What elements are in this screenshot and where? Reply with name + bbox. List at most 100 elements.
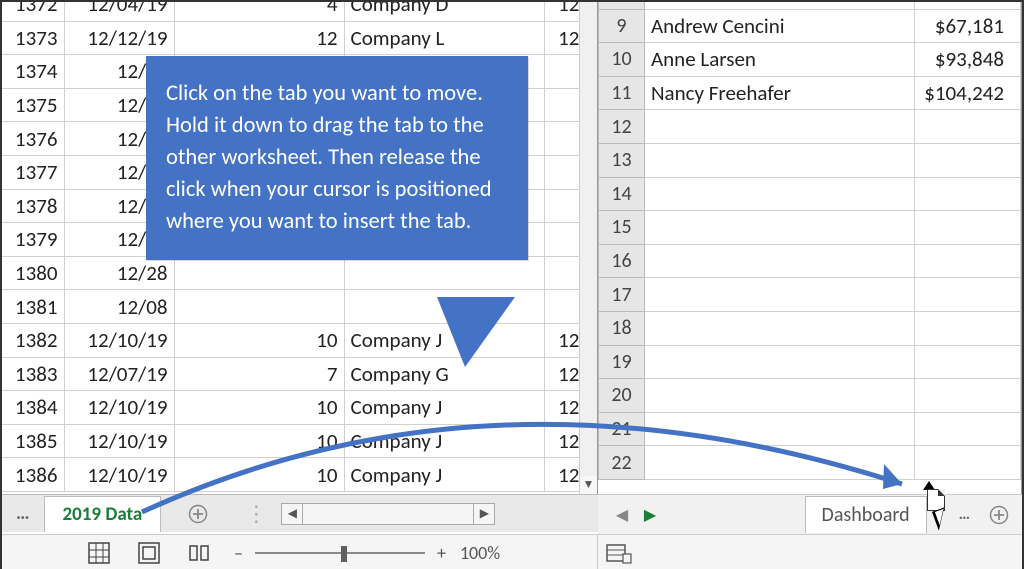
cell-name[interactable] [645, 379, 915, 413]
cell-amount[interactable] [915, 2, 1021, 9]
cell-company[interactable]: Company J [344, 391, 545, 425]
cell-company[interactable]: Company J [344, 424, 545, 458]
cell-name[interactable]: Andrew Cencini [645, 9, 915, 43]
cell-company[interactable]: Company D [344, 2, 545, 21]
cell-date[interactable]: 12/10/19 [64, 323, 174, 357]
cell-name[interactable] [645, 244, 915, 278]
table-row[interactable]: 16 [599, 244, 1021, 278]
cell-company[interactable]: Company L [344, 21, 545, 55]
cell-date[interactable]: 12/28 [64, 256, 174, 290]
row-header[interactable]: 13 [599, 143, 645, 177]
sheet-tab-active[interactable]: 2019 Data [44, 496, 162, 532]
cell-name[interactable]: Nancy Freehafer [645, 76, 915, 110]
table-row[interactable]: 20 [599, 379, 1021, 413]
sheet-tab-dashboard[interactable]: Dashboard [805, 496, 927, 533]
cell-amount[interactable] [915, 110, 1021, 144]
cell-date[interactable]: 12/10/19 [64, 424, 174, 458]
cell-name[interactable]: Anne Larsen [645, 43, 915, 77]
cell-amount[interactable] [915, 211, 1021, 245]
cell-company[interactable] [344, 256, 545, 290]
row-header[interactable]: 19 [599, 345, 645, 379]
new-sheet-button[interactable] [181, 500, 215, 528]
row-header[interactable]: 17 [599, 278, 645, 312]
cell-date[interactable]: 12/04/19 [64, 2, 174, 21]
cell-name[interactable] [645, 110, 915, 144]
row-header[interactable]: 9 [599, 9, 645, 43]
zoom-value[interactable]: 100% [460, 542, 500, 564]
table-row[interactable]: 21 [599, 412, 1021, 446]
cell-date[interactable]: 12/07/19 [64, 357, 174, 391]
table-row[interactable]: 138612/10/1910Company J123 [2, 458, 597, 492]
cell-name[interactable] [645, 311, 915, 345]
scroll-down-icon[interactable]: ▼ [580, 476, 597, 494]
table-row[interactable] [599, 2, 1021, 9]
cell-qty[interactable] [174, 256, 344, 290]
table-row[interactable]: 18 [599, 311, 1021, 345]
table-row[interactable]: 9Andrew Cencini$67,181 [599, 9, 1021, 43]
cell-name[interactable] [645, 446, 915, 480]
table-row[interactable]: 11Nancy Freehafer$104,242 [599, 76, 1021, 110]
tab-nav-prev-icon[interactable]: ◀ [608, 505, 636, 525]
cell-name[interactable] [645, 412, 915, 446]
row-header[interactable]: 14 [599, 177, 645, 211]
cell-amount[interactable]: $104,242 [915, 76, 1021, 110]
page-break-view-icon[interactable] [184, 540, 214, 566]
row-header[interactable]: 12 [599, 110, 645, 144]
cell-name[interactable] [645, 278, 915, 312]
zoom-thumb[interactable] [341, 546, 347, 562]
data-grid-right[interactable]: 9Andrew Cencini$67,18110Anne Larsen$93,8… [598, 2, 1021, 480]
normal-view-icon[interactable] [84, 540, 114, 566]
cell-company[interactable]: Company J [344, 458, 545, 492]
row-header[interactable] [599, 2, 645, 9]
cell-amount[interactable] [915, 345, 1021, 379]
cell-name[interactable] [645, 345, 915, 379]
table-row[interactable]: 138512/10/1910Company J123 [2, 424, 597, 458]
horizontal-scrollbar[interactable]: ◀ ▶ [281, 503, 495, 525]
cell-name[interactable] [645, 177, 915, 211]
macro-record-icon[interactable] [606, 542, 632, 564]
cell-qty[interactable]: 10 [174, 424, 344, 458]
vertical-scrollbar[interactable]: ▼ [579, 2, 597, 494]
tab-nav-next-icon[interactable]: ▶ [636, 505, 664, 525]
table-row[interactable]: 138412/10/1910Company J123 [2, 391, 597, 425]
row-header[interactable]: 22 [599, 446, 645, 480]
table-row[interactable]: 15 [599, 211, 1021, 245]
cell-amount[interactable] [915, 412, 1021, 446]
cell-date[interactable]: 12/10/19 [64, 391, 174, 425]
row-header[interactable]: 18 [599, 311, 645, 345]
table-row[interactable]: 14 [599, 177, 1021, 211]
table-row[interactable]: 137212/04/194Company D123 [2, 2, 597, 21]
table-row[interactable]: 138012/28 [2, 256, 597, 290]
table-row[interactable]: 17 [599, 278, 1021, 312]
cell-qty[interactable] [174, 290, 344, 324]
table-row[interactable]: 19 [599, 345, 1021, 379]
cell-amount[interactable] [915, 379, 1021, 413]
cell-qty[interactable]: 12 [174, 21, 344, 55]
cell-amount[interactable] [915, 446, 1021, 480]
cell-amount[interactable] [915, 278, 1021, 312]
table-row[interactable]: 10Anne Larsen$93,848 [599, 43, 1021, 77]
cell-date[interactable]: 12/10/19 [64, 458, 174, 492]
cell-name[interactable] [645, 2, 915, 9]
cell-qty[interactable]: 7 [174, 357, 344, 391]
scroll-left-icon[interactable]: ◀ [281, 503, 303, 525]
row-header[interactable]: 10 [599, 43, 645, 77]
row-header[interactable]: 15 [599, 211, 645, 245]
cell-amount[interactable]: $93,848 [915, 43, 1021, 77]
cell-amount[interactable] [915, 143, 1021, 177]
cell-qty[interactable]: 10 [174, 323, 344, 357]
cell-amount[interactable] [915, 244, 1021, 278]
cell-qty[interactable]: 4 [174, 2, 344, 21]
tab-splitter-grip[interactable]: ⋮ [235, 500, 277, 527]
table-row[interactable]: 22 [599, 446, 1021, 480]
more-tabs-icon[interactable]: … [2, 502, 44, 525]
row-header[interactable]: 20 [599, 379, 645, 413]
page-layout-view-icon[interactable] [134, 540, 164, 566]
cell-amount[interactable] [915, 311, 1021, 345]
table-row[interactable]: 13 [599, 143, 1021, 177]
zoom-slider[interactable]: – + [234, 542, 446, 564]
row-header[interactable]: 21 [599, 412, 645, 446]
cell-name[interactable] [645, 143, 915, 177]
table-row[interactable]: 137312/12/1912Company L123 [2, 21, 597, 55]
cell-amount[interactable]: $67,181 [915, 9, 1021, 43]
